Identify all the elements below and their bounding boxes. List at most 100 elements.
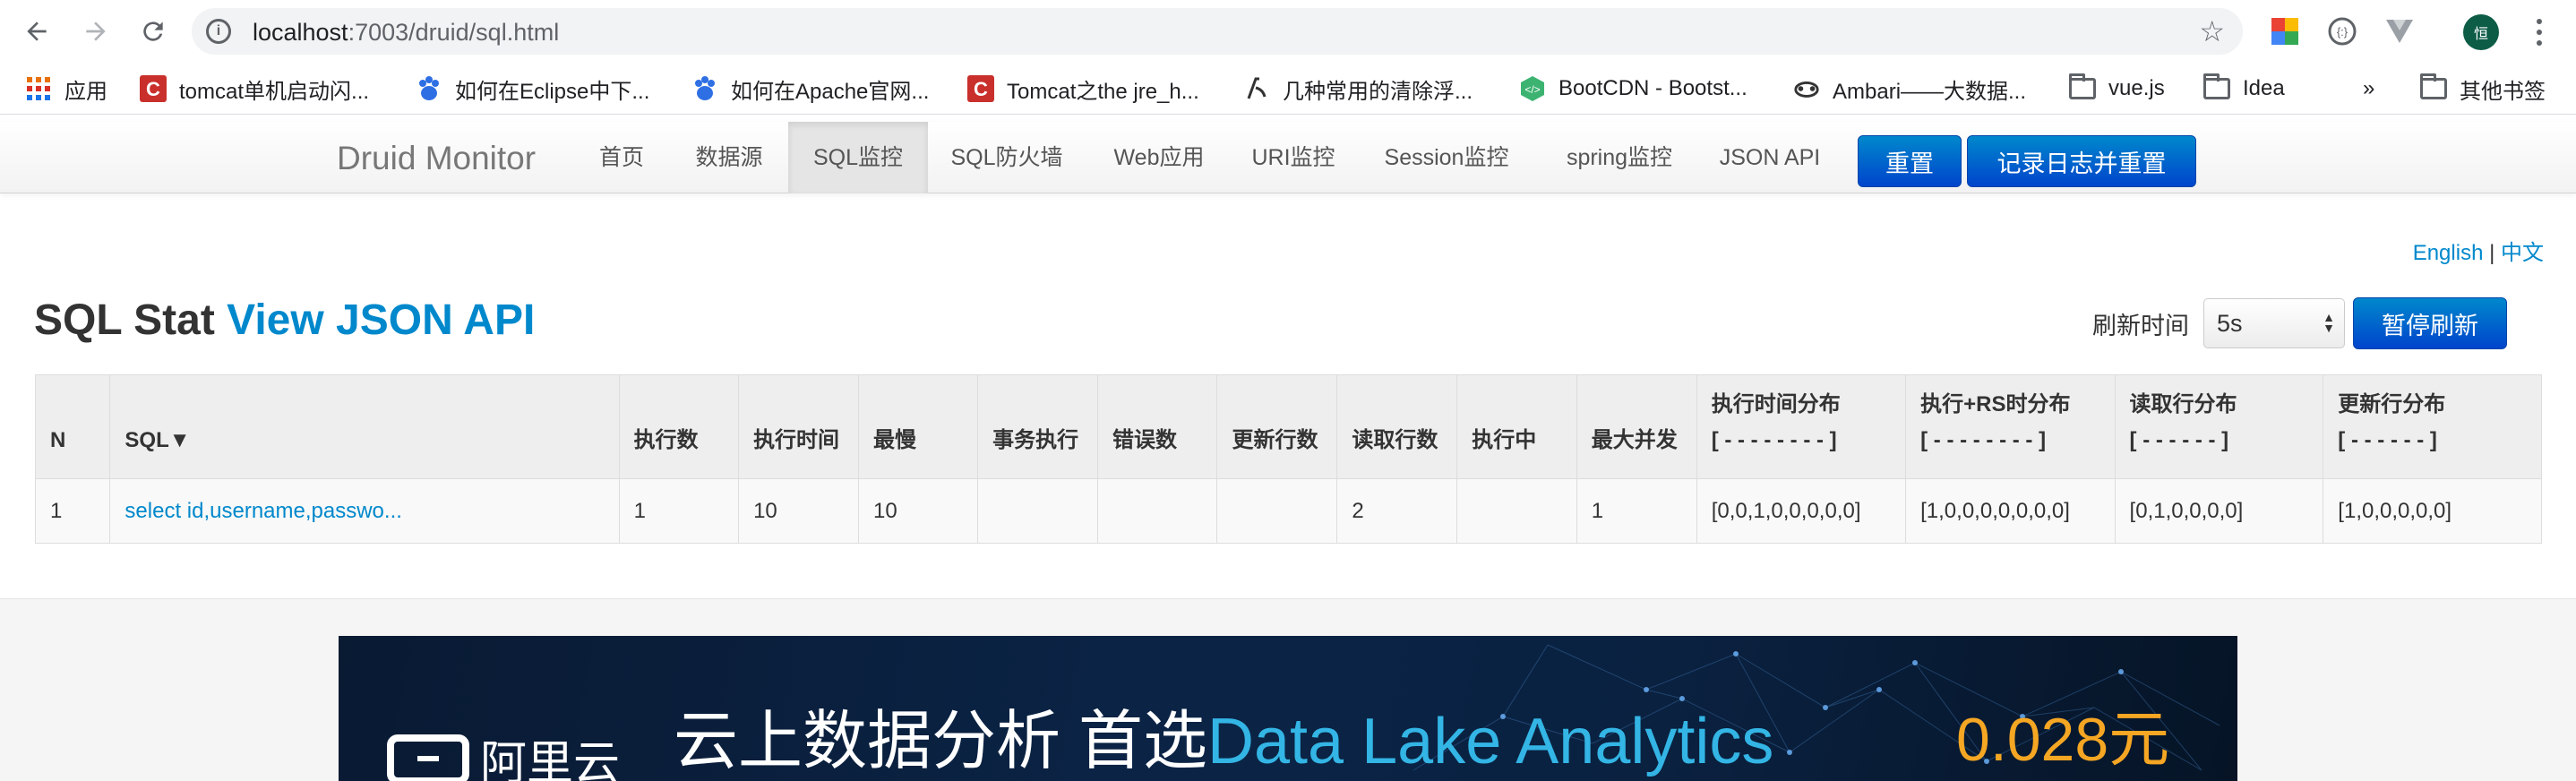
color-extension-icon[interactable]	[2270, 16, 2300, 47]
lang-chinese-link[interactable]: 中文	[2501, 241, 2544, 265]
back-arrow-icon	[27, 21, 47, 41]
col-header-exec-rs-hist[interactable]: 执行+RS时分布[ - - - - - - - - ]	[1905, 374, 2116, 479]
bookmark-item[interactable]: </> BootCDN - Bootst...	[1519, 73, 1747, 104]
json-extension-icon[interactable]: {:}	[2327, 16, 2357, 47]
vue-devtools-icon[interactable]	[2384, 16, 2415, 47]
cell-running	[1456, 478, 1577, 544]
col-header-error-count[interactable]: 错误数	[1096, 374, 1218, 479]
cell-txn-exec	[977, 478, 1098, 544]
col-header-max-concurrent[interactable]: 最大并发	[1576, 374, 1697, 479]
bookmark-item[interactable]: C tomcat单机启动闪...	[140, 73, 369, 104]
script-icon	[1243, 75, 1270, 102]
cell-error-count	[1096, 478, 1218, 544]
cell-exec-count: 1	[618, 478, 740, 544]
cell-update-rows	[1216, 478, 1338, 544]
bookmark-item[interactable]: C Tomcat之the jre_h...	[967, 73, 1199, 104]
pause-refresh-button[interactable]: 暂停刷新	[2353, 297, 2507, 349]
browser-toolbar: i localhost:7003/druid/sql.html ☆ {:} 恒	[0, 0, 2576, 63]
reload-icon	[143, 21, 163, 41]
bookmarks-overflow-chevron-icon[interactable]: »	[2363, 73, 2374, 104]
col-header-exec-count[interactable]: 执行数	[618, 374, 740, 479]
nav-sql-firewall[interactable]: SQL防火墙	[937, 122, 1077, 193]
bootcdn-icon: </>	[1519, 75, 1546, 102]
bookmark-folder-vue[interactable]: vue.js	[2069, 73, 2165, 104]
table-header-row: N SQL▼ 执行数 执行时间 最慢 事务执行 错误数 更新行数 读取行数 执行…	[34, 374, 2542, 479]
brand-logo[interactable]: Druid Monitor	[337, 140, 536, 177]
reload-button[interactable]	[134, 13, 172, 50]
address-bar[interactable]: i localhost:7003/druid/sql.html ☆	[192, 8, 2243, 55]
table-row: 1 select id,username,passwo... 1 10 10 2…	[34, 478, 2542, 544]
back-button[interactable]	[18, 13, 56, 50]
aliyun-logo-mark-icon	[387, 734, 469, 781]
nav-home[interactable]: 首页	[582, 122, 661, 193]
view-json-api-link[interactable]: View JSON API	[227, 296, 535, 344]
refresh-interval-label: 刷新时间	[2092, 313, 2189, 339]
csdn-icon: C	[967, 75, 994, 102]
col-header-exec-time-hist[interactable]: 执行时间分布[ - - - - - - - - ]	[1696, 374, 1907, 479]
aliyun-logo: 阿里云	[387, 725, 620, 781]
col-header-update-rows-hist[interactable]: 更新行分布[ - - - - - - ]	[2323, 374, 2542, 479]
col-header-fetch-rows[interactable]: 读取行数	[1336, 374, 1458, 479]
aliyun-ad-banner[interactable]: 阿里云 云上数据分析 首选Data Lake Analytics 0.028元	[339, 636, 2237, 781]
language-switch: English | 中文	[2413, 235, 2544, 266]
baidu-paw-icon	[691, 75, 718, 102]
col-header-running[interactable]: 执行中	[1456, 374, 1577, 479]
svg-text:{:}: {:}	[2337, 25, 2348, 39]
profile-avatar[interactable]: 恒	[2463, 14, 2499, 50]
browser-menu-icon[interactable]	[2526, 16, 2553, 48]
nav-session-monitor[interactable]: Session监控	[1370, 122, 1523, 193]
nav-spring-monitor[interactable]: spring监控	[1550, 122, 1689, 193]
col-header-update-rows[interactable]: 更新行数	[1216, 374, 1338, 479]
nav-json-api[interactable]: JSON API	[1707, 122, 1833, 193]
forward-button[interactable]	[77, 13, 115, 50]
lang-english-link[interactable]: English	[2413, 241, 2484, 265]
cell-exec-time: 10	[738, 478, 859, 544]
col-header-fetch-rows-hist[interactable]: 读取行分布[ - - - - - - ]	[2114, 374, 2324, 479]
nav-datasource[interactable]: 数据源	[679, 122, 779, 193]
csdn-icon: C	[140, 75, 167, 102]
cell-update-rows-hist: [1,0,0,0,0,0]	[2323, 478, 2542, 544]
bookmarks-bar: 应用 C tomcat单机启动闪... 如何在Eclipse中下... 如何在A…	[0, 63, 2576, 115]
bookmark-folder-idea[interactable]: Idea	[2203, 73, 2285, 104]
reset-button[interactable]: 重置	[1858, 135, 1962, 187]
svg-text:</>: </>	[1524, 83, 1540, 96]
refresh-interval-select[interactable]: 5s ▲ ▼	[2203, 298, 2345, 348]
banner-headline: 云上数据分析 首选Data Lake Analytics	[674, 706, 1774, 777]
select-updown-icon: ▲ ▼	[2323, 310, 2335, 335]
bookmark-apps[interactable]: 应用	[25, 73, 107, 104]
druid-navbar: Druid Monitor 首页 数据源 SQL监控 SQL防火墙 Web应用 …	[0, 122, 2576, 193]
page-title: SQL Stat View JSON API	[34, 296, 536, 344]
col-header-txn-exec[interactable]: 事务执行	[977, 374, 1098, 479]
cell-exec-rs-hist: [1,0,0,0,0,0,0,0]	[1905, 478, 2116, 544]
ambari-icon	[1793, 75, 1820, 102]
banner-price: 0.028元	[1956, 706, 2170, 774]
col-header-slowest[interactable]: 最慢	[857, 374, 979, 479]
col-header-n[interactable]: N	[34, 374, 111, 479]
sql-text-link[interactable]: select id,username,passwo...	[109, 478, 620, 544]
svg-text:C: C	[974, 78, 988, 100]
nav-uri-monitor[interactable]: URI监控	[1240, 122, 1347, 193]
col-header-exec-time[interactable]: 执行时间	[738, 374, 859, 479]
lang-separator: |	[2489, 241, 2495, 265]
svg-text:C: C	[146, 78, 160, 100]
bookmark-item[interactable]: 几种常用的清除浮...	[1243, 73, 1473, 104]
cell-slowest: 10	[857, 478, 979, 544]
bookmark-item[interactable]: 如何在Apache官网...	[691, 73, 929, 104]
bookmark-item[interactable]: 如何在Eclipse中下...	[416, 73, 649, 104]
log-and-reset-button[interactable]: 记录日志并重置	[1967, 135, 2196, 187]
folder-icon	[2069, 73, 2096, 99]
col-header-sql[interactable]: SQL▼	[109, 374, 620, 479]
bookmark-item[interactable]: Ambari——大数据...	[1793, 73, 2026, 104]
bookmark-star-icon[interactable]: ☆	[2199, 17, 2225, 46]
cell-n: 1	[34, 478, 111, 544]
forward-arrow-icon	[86, 21, 106, 41]
site-info-icon[interactable]: i	[206, 19, 231, 44]
sql-stat-table: N SQL▼ 执行数 执行时间 最慢 事务执行 错误数 更新行数 读取行数 执行…	[34, 374, 2542, 544]
cell-fetch-rows-hist: [0,1,0,0,0,0]	[2114, 478, 2324, 544]
nav-web-app[interactable]: Web应用	[1096, 122, 1222, 193]
other-bookmarks-folder[interactable]: 其他书签	[2420, 73, 2546, 104]
nav-sql-monitor[interactable]: SQL监控	[788, 122, 928, 193]
url-text[interactable]: localhost:7003/druid/sql.html	[253, 19, 559, 47]
cell-max-concurrent: 1	[1576, 478, 1697, 544]
folder-icon	[2420, 73, 2447, 99]
